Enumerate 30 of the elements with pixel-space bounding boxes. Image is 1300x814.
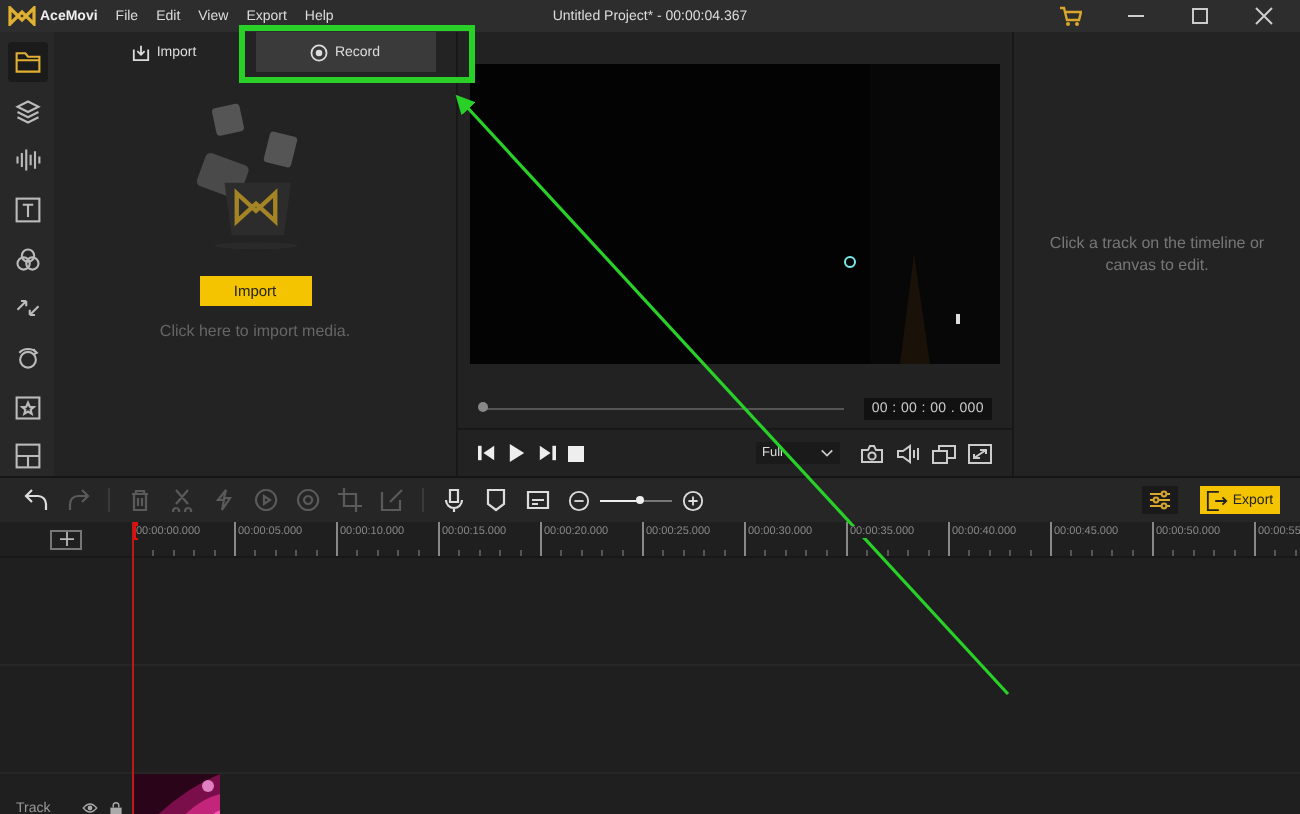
settings-button[interactable] <box>1142 486 1178 514</box>
zoom-in-icon[interactable] <box>682 489 704 511</box>
undo-icon[interactable] <box>24 488 48 512</box>
camera-icon[interactable] <box>860 443 884 463</box>
add-track-button[interactable] <box>50 529 82 549</box>
logo-icon <box>8 6 36 26</box>
previous-frame-icon[interactable] <box>478 444 496 462</box>
export-icon[interactable] <box>1206 489 1229 511</box>
close-icon[interactable] <box>1254 6 1274 26</box>
caption-icon[interactable] <box>526 488 550 512</box>
play-icon[interactable] <box>508 444 526 462</box>
pip-icon[interactable] <box>932 443 956 463</box>
next-frame-icon[interactable] <box>538 444 556 462</box>
progress-thumb[interactable] <box>478 402 488 412</box>
eye-icon[interactable] <box>82 802 99 814</box>
mic-icon[interactable] <box>442 488 466 512</box>
fullscreen-icon[interactable] <box>968 443 992 463</box>
stop-icon[interactable] <box>568 445 584 461</box>
sliders-icon[interactable] <box>1148 488 1172 512</box>
zoom-out-icon[interactable] <box>568 489 590 511</box>
caret-icon[interactable] <box>820 448 834 458</box>
properties-hint: Click a track on the timeline or canvas to edit. <box>1047 231 1267 277</box>
plus-icon[interactable] <box>59 532 73 546</box>
import-icon[interactable] <box>132 43 151 61</box>
volume-icon[interactable] <box>896 443 920 463</box>
record-icon[interactable] <box>310 43 329 61</box>
lock-icon[interactable] <box>110 801 123 814</box>
marker-icon[interactable] <box>484 488 508 512</box>
maximize-icon[interactable] <box>1190 6 1210 26</box>
cart-icon[interactable] <box>1058 4 1082 28</box>
